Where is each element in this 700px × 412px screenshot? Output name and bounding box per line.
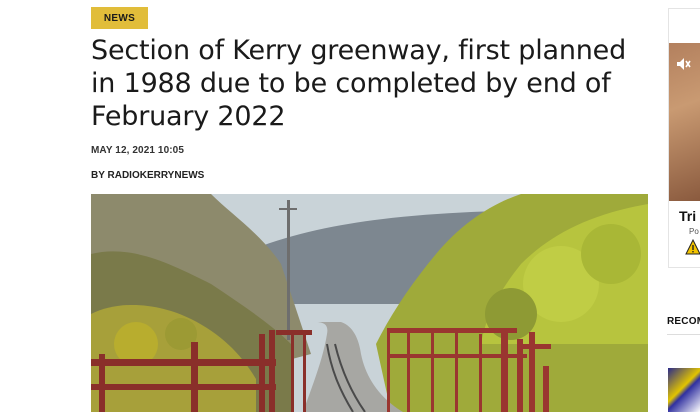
article-title: Section of Kerry greenway, first planned… [91, 35, 627, 132]
article-date: MAY 12, 2021 10:05 [91, 145, 184, 156]
ad-video[interactable] [669, 43, 700, 201]
recommended-heading: RECOM [667, 316, 700, 327]
warning-icon [685, 238, 700, 255]
article-byline: BY RADIOKERRYNEWS [91, 170, 204, 181]
sidebar-ad[interactable]: Tri Po [668, 8, 700, 268]
ad-subtext: Po [689, 227, 699, 236]
category-badge[interactable]: NEWS [91, 7, 148, 29]
article-photo [91, 194, 648, 412]
speaker-muted-icon[interactable] [675, 56, 691, 72]
recommended-thumbnail[interactable] [668, 368, 700, 412]
author-link[interactable]: RADIOKERRYNEWS [108, 170, 205, 181]
ad-headline[interactable]: Tri [679, 208, 696, 224]
recommended-divider [667, 334, 700, 335]
byline-prefix: BY [91, 170, 105, 181]
